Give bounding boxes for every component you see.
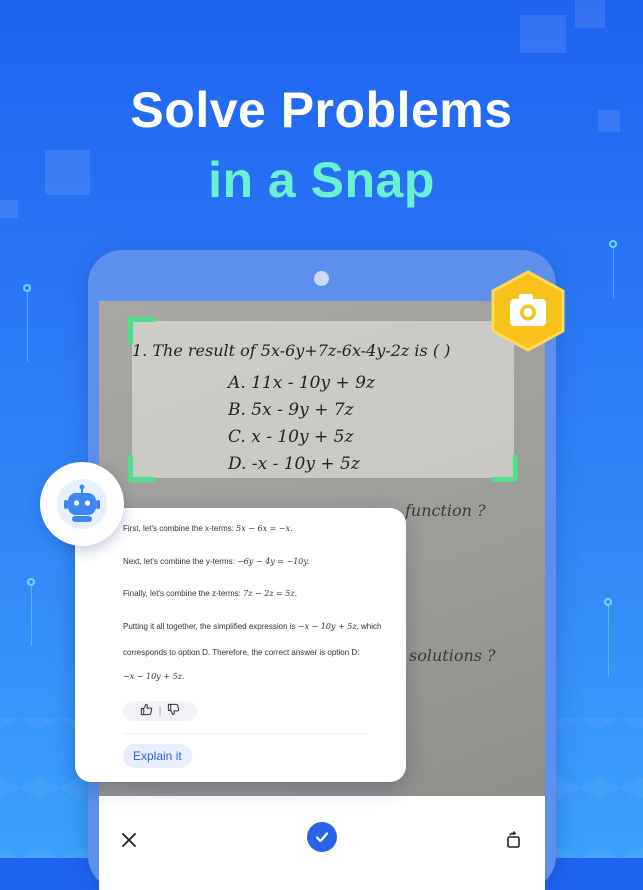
feedback-separator: | [158, 705, 162, 717]
solution-step: Next, let's combine the y-terms: −6y − 4… [123, 557, 309, 566]
robot-icon [40, 462, 124, 546]
step-math: −x − 10y + 5z [297, 622, 357, 631]
card-divider [123, 733, 368, 734]
bg-pixel-square [575, 0, 605, 28]
step-math: 5x − 6x = −x. [236, 524, 293, 533]
step-text: Putting it all together, the simplified … [123, 622, 298, 631]
check-icon[interactable] [307, 822, 337, 852]
feedback-pill: | [123, 701, 197, 721]
step-text: corresponds to option D. Therefore, the … [123, 648, 360, 657]
bg-circuit-line [27, 292, 28, 362]
step-text-suffix: , which [356, 622, 382, 631]
bg-circuit-node [23, 284, 31, 292]
headline-line-1: Solve Problems [130, 82, 513, 138]
camera-icon[interactable] [487, 270, 569, 352]
bg-circuit-line [31, 586, 32, 646]
question-option-b: B. 5x - 9y + 7z [228, 400, 354, 420]
partial-question-text: function ? [405, 501, 486, 520]
step-text: Finally, let's combine the z-terms: [123, 589, 244, 598]
crop-handle-bottom-right[interactable] [491, 455, 518, 482]
bg-circuit-node [27, 578, 35, 586]
solution-step: Putting it all together, the simplified … [123, 622, 381, 631]
step-math: −x − 10y + 5z. [123, 672, 185, 681]
partial-question-text: solutions ? [409, 646, 496, 665]
step-text: Next, let's combine the y-terms: [123, 557, 238, 566]
thumbs-up-icon[interactable] [140, 703, 153, 719]
crop-handle-top-left[interactable] [128, 317, 155, 344]
headline-line-2: in a Snap [208, 152, 435, 208]
explain-button[interactable]: Explain it [123, 744, 192, 768]
crop-handle-bottom-left[interactable] [128, 455, 155, 482]
bg-circuit-line [608, 606, 609, 676]
question-option-c: C. x - 10y + 5z [228, 427, 354, 447]
solution-step: Finally, let's combine the z-terms: 7z −… [123, 589, 297, 598]
solution-step: First, let's combine the x-terms: 5x − 6… [123, 524, 293, 533]
crop-frame[interactable]: 1. The result of 5x-6y+7z-6x-4y-2z is ( … [128, 317, 518, 482]
bg-circuit-node [609, 240, 617, 248]
bg-pixel-square [520, 15, 566, 53]
step-math: −6y − 4y = −10y. [237, 557, 310, 566]
answer-card: First, let's combine the x-terms: 5x − 6… [75, 508, 406, 782]
question-option-d: D. -x - 10y + 5z [228, 454, 360, 474]
question-option-a: A. 11x - 10y + 9z [228, 373, 375, 393]
camera-toolbar [99, 796, 545, 890]
solution-step: corresponds to option D. Therefore, the … [123, 648, 359, 657]
question-stem: 1. The result of 5x-6y+7z-6x-4y-2z is ( … [132, 341, 451, 360]
solution-step: −x − 10y + 5z. [123, 672, 184, 681]
step-text: First, let's combine the x-terms: [123, 524, 237, 533]
bg-circuit-line [613, 248, 614, 298]
step-math: 7z − 2z = 5z. [243, 589, 298, 598]
rotate-icon[interactable] [500, 826, 528, 854]
bg-circuit-node [604, 598, 612, 606]
close-icon[interactable] [115, 826, 143, 854]
front-camera [314, 271, 329, 286]
thumbs-down-icon[interactable] [167, 703, 180, 719]
